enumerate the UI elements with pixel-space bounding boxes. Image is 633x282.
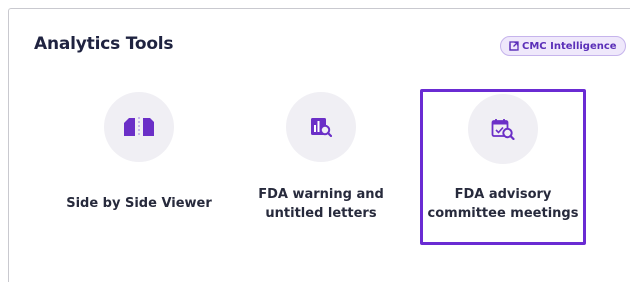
tool-fda-advisory-meetings[interactable]: FDA advisory committee meetings	[420, 89, 586, 245]
tool-fda-warning-letters[interactable]: FDA warning and untitled letters	[238, 89, 404, 245]
calendar-search-icon	[468, 94, 538, 164]
tool-label-line2: untitled letters	[265, 206, 377, 221]
document-chart-search-icon	[286, 92, 356, 162]
side-by-side-icon	[104, 92, 174, 162]
tool-label-line1: FDA advisory	[454, 187, 552, 202]
panel-title: Analytics Tools	[34, 34, 174, 54]
tool-label: Side by Side Viewer	[66, 196, 212, 211]
tool-label-line1: FDA warning and	[258, 187, 384, 202]
cmc-intelligence-link[interactable]: CMC Intelligence	[500, 36, 626, 56]
cmc-intelligence-label: CMC Intelligence	[522, 40, 617, 52]
external-link-icon	[509, 41, 519, 51]
tool-side-by-side-viewer[interactable]: Side by Side Viewer	[56, 89, 222, 245]
tool-label-line2: committee meetings	[427, 206, 579, 221]
analytics-tools-panel: Analytics Tools CMC Intelligence Side by…	[8, 8, 630, 282]
